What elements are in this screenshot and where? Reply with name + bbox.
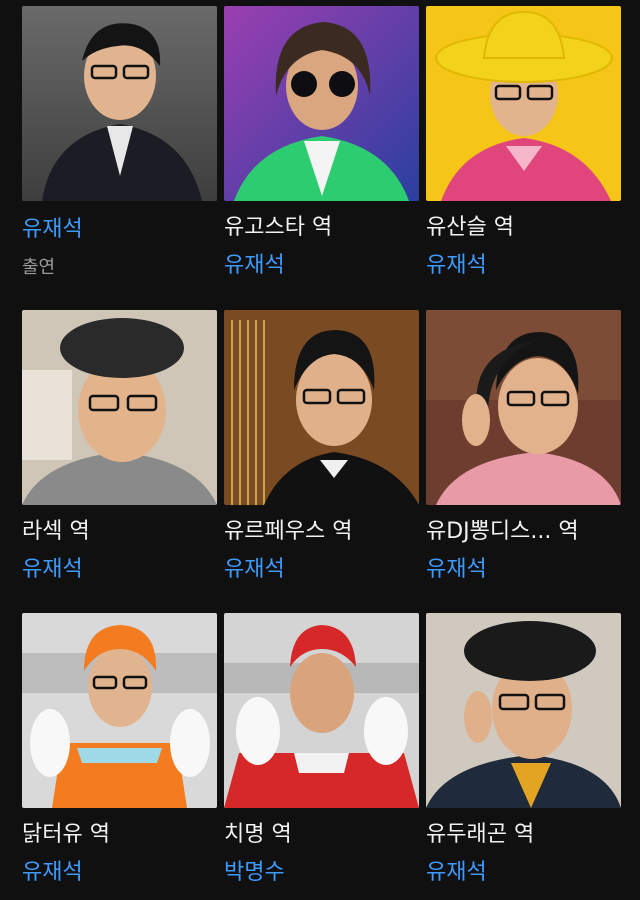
cast-grid: 유재석 출연 유고스타 역 유재석 유산슬 역 유재석 라섹 역 유재석 유르페… <box>0 0 640 900</box>
cast-photo-image <box>426 310 621 505</box>
cast-role-name: 유르페우스 역 <box>224 519 353 544</box>
cast-person-name[interactable]: 유재석 <box>426 556 487 584</box>
cast-role-name: 유고스타 역 <box>224 215 333 240</box>
cast-photo[interactable] <box>22 613 217 808</box>
cast-photo-image <box>426 6 621 201</box>
cast-photo-image <box>22 310 217 505</box>
cast-photo-image <box>22 613 217 808</box>
cast-photo[interactable] <box>224 6 419 201</box>
cast-person-name[interactable]: 유재석 <box>22 556 83 584</box>
cast-photo[interactable] <box>22 310 217 505</box>
cast-person-name[interactable]: 유재석 <box>426 252 487 280</box>
cast-credit-note: 출연 <box>22 257 56 278</box>
cast-person-name[interactable]: 유재석 <box>224 556 285 584</box>
cast-person-name[interactable]: 유재석 <box>224 252 285 280</box>
cast-photo-image <box>224 310 419 505</box>
cast-role-name: 유DJ뽕디스... 역 <box>426 519 579 544</box>
cast-role-name: 라섹 역 <box>22 519 90 544</box>
cast-role-name: 유산슬 역 <box>426 215 514 240</box>
cast-person-name[interactable]: 유재석 <box>22 216 83 244</box>
cast-role-name: 치명 역 <box>224 822 292 847</box>
cast-photo-image <box>224 6 419 201</box>
cast-photo-image <box>426 613 621 808</box>
cast-person-name[interactable]: 박명수 <box>224 859 285 887</box>
cast-photo[interactable] <box>224 310 419 505</box>
cast-photo[interactable] <box>426 310 621 505</box>
cast-role-name: 유두래곤 역 <box>426 822 535 847</box>
cast-photo[interactable] <box>22 6 217 201</box>
cast-photo[interactable] <box>426 613 621 808</box>
cast-role-name: 닭터유 역 <box>22 822 110 847</box>
cast-photo[interactable] <box>426 6 621 201</box>
cast-person-name[interactable]: 유재석 <box>22 859 83 887</box>
cast-photo-image <box>22 6 217 201</box>
cast-person-name[interactable]: 유재석 <box>426 859 487 887</box>
cast-photo[interactable] <box>224 613 419 808</box>
cast-photo-image <box>224 613 419 808</box>
